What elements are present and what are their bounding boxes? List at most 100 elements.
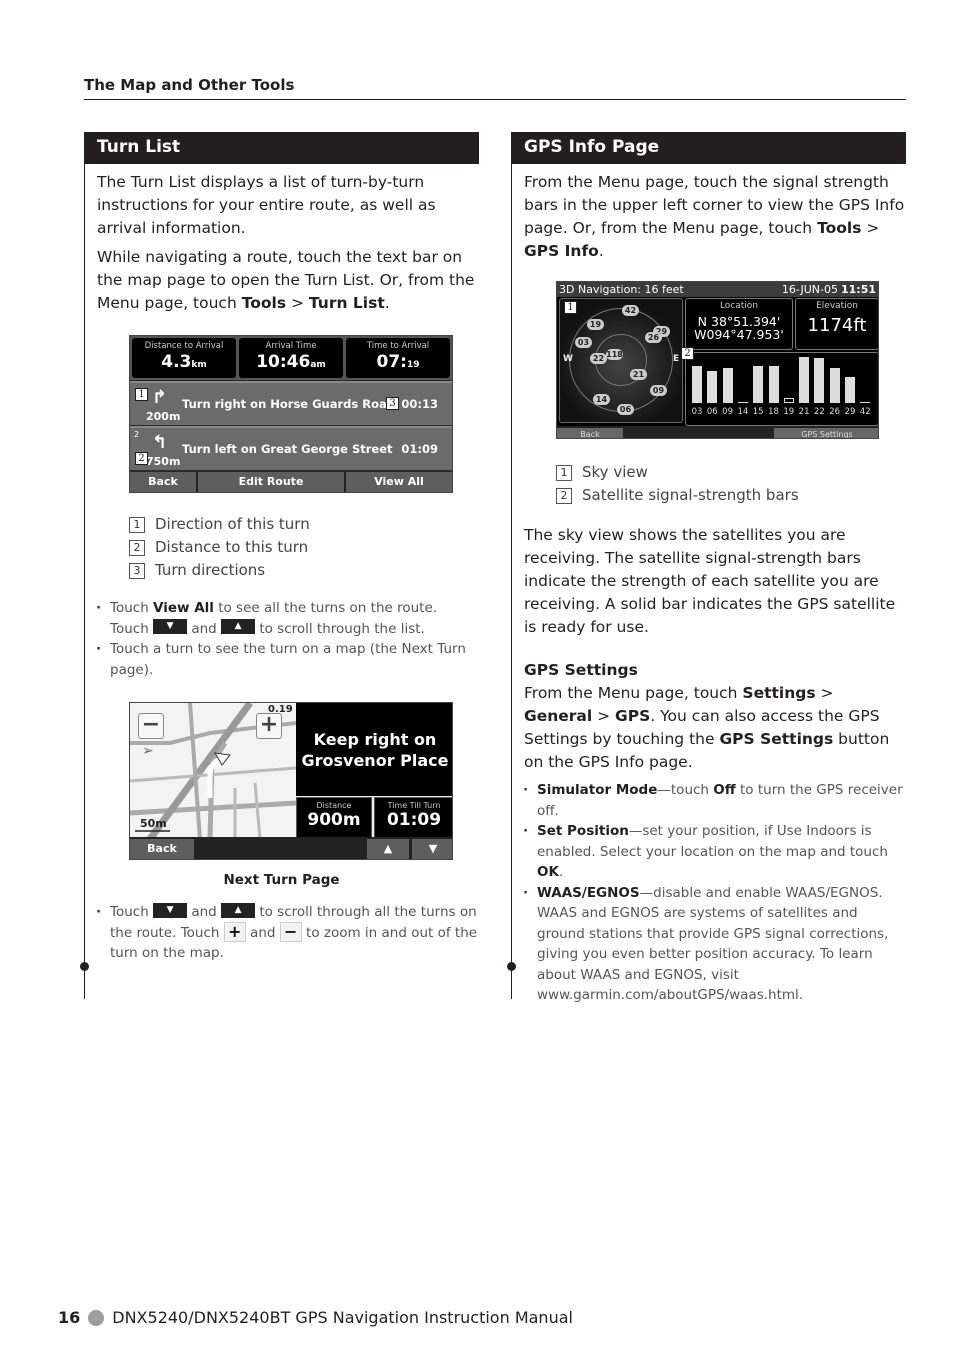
menu-tools: Tools: [817, 219, 862, 237]
scroll-down-button[interactable]: ▼: [412, 839, 452, 859]
turn-row[interactable]: 2 ↰ 750m Turn left on Great George Stree…: [130, 426, 452, 470]
cell-label: Distance to Arrival: [144, 341, 224, 351]
signal-bar-label: 14: [737, 407, 749, 417]
bullet-scroll-zoom: Touch ▼ and ▲ to scroll through all the …: [96, 902, 479, 964]
satellite-marker: 26: [645, 332, 662, 343]
scroll-down-icon: ▼: [153, 902, 188, 918]
field-label: Distance: [316, 801, 352, 810]
turn-row[interactable]: ↱ 200m Turn right on Horse Guards Road 0…: [130, 381, 452, 425]
legend-text: Distance to this turn: [155, 538, 309, 556]
location-label: Location: [719, 301, 759, 311]
zoom-in-button[interactable]: +: [256, 713, 282, 739]
signal-bar: [707, 371, 718, 403]
compass-east: E: [673, 354, 680, 364]
signal-bar-label: 42: [859, 407, 871, 417]
signal-bar: [845, 377, 855, 403]
satellite-marker: 42: [622, 305, 639, 316]
map-scale: 50m: [140, 817, 167, 830]
signal-bar-label: 22: [813, 407, 825, 417]
turn-list-column: Turn List The Turn List displays a list …: [80, 132, 479, 999]
column-end-dot: [507, 962, 516, 971]
satellite-marker: 09: [650, 385, 667, 396]
gps-time: 11:51: [840, 283, 876, 296]
bullet-set-position: Set Position—set your position, if Use I…: [523, 821, 906, 883]
time-to-arrival: Time to Arrival 07:19: [346, 338, 450, 378]
signal-bar: [860, 402, 871, 403]
gps-settings-paragraph: From the Menu page, touch Settings > Gen…: [524, 684, 890, 771]
satellite-marker: 19: [587, 319, 604, 330]
scroll-up-button[interactable]: ▲: [367, 839, 409, 859]
separator: >: [286, 294, 309, 312]
turn-instruction: Turn right on Horse Guards Road: [182, 397, 395, 411]
signal-bar-label: 19: [783, 407, 795, 417]
next-turn-instruction[interactable]: Keep right on Grosvenor Place: [296, 703, 452, 796]
callout-1: 1: [135, 388, 148, 401]
field-label: Time Till Turn: [387, 801, 441, 810]
signal-bar: [692, 366, 702, 403]
satellite-marker: 118: [606, 349, 623, 360]
next-turn-bullets: Touch ▼ and ▲ to scroll through all the …: [84, 902, 479, 964]
legend-item: 1 Direction of this turn: [129, 513, 479, 536]
signal-bar: [737, 402, 748, 403]
back-button[interactable]: Back: [557, 428, 623, 438]
legend-item: 2 Satellite signal-strength bars: [556, 484, 906, 507]
time-till-turn-field: Time Till Turn 01:09: [374, 797, 452, 839]
satellite-marker: 06: [617, 404, 634, 415]
scroll-up-icon: ▲: [221, 902, 256, 918]
page-number: 16: [58, 1308, 81, 1327]
signal-bar-label: 21: [798, 407, 810, 417]
gps-info-screen: 3D Navigation: 16 feet 16-JUN-05 11:51 W…: [556, 281, 879, 439]
bullet-simulator-mode: Simulator Mode—touch Off to turn the GPS…: [523, 780, 906, 821]
cell-label: Arrival Time: [265, 341, 317, 351]
zoom-out-button[interactable]: −: [138, 713, 164, 739]
menu-gps-info: GPS Info: [524, 242, 599, 260]
next-turn-button-bar: Back ▲ ▼: [130, 837, 452, 859]
back-button[interactable]: Back: [130, 472, 196, 492]
sky-view: W E 42 19 29 26 03 22 118 21 09 14 06: [559, 298, 683, 423]
running-head: The Map and Other Tools: [84, 76, 295, 94]
turn-list-figure: Distance to Arrival 4.3km Arrival Time 1…: [84, 335, 479, 493]
footer-dot-icon: [88, 1309, 105, 1326]
turn-right-arrow-icon: ↱: [152, 387, 168, 408]
signal-bar: [722, 368, 733, 403]
signal-bar: [783, 398, 794, 403]
turn-time: 00:13: [401, 397, 438, 411]
signal-bar: [799, 357, 810, 403]
gps-info-figure: 3D Navigation: 16 feet 16-JUN-05 11:51 W…: [511, 281, 906, 439]
signal-bar-label: 06: [706, 407, 718, 417]
signal-bar-label: 18: [768, 407, 779, 417]
north-arrow-icon: ➢: [142, 743, 154, 759]
legend-number: 3: [129, 562, 145, 579]
elevation-label: Elevation: [816, 301, 858, 311]
legend-text: Sky view: [582, 463, 648, 481]
turn-time: 01:09: [401, 442, 438, 456]
cell-value: 07:19: [376, 352, 420, 372]
gps-settings-heading: GPS Settings: [524, 661, 638, 679]
gps-info-legend: 1 Sky view 2 Satellite signal-strength bar…: [511, 461, 906, 507]
back-button[interactable]: Back: [130, 839, 194, 859]
signal-bar: [829, 368, 840, 403]
satellite-marker: 21: [630, 369, 647, 380]
map-view[interactable]: − + 0.19 50m ➢: [130, 703, 297, 842]
open-turn-list-paragraph: While navigating a route, touch the text…: [97, 246, 479, 315]
cell-value: 4.3km: [161, 352, 207, 372]
edit-route-button[interactable]: Edit Route: [198, 472, 344, 492]
bullet-view-all: Touch View All to see all the turns on t…: [96, 598, 479, 639]
manual-title: DNX5240/DNX5240BT GPS Navigation Instruc…: [112, 1308, 573, 1327]
bullet-waas-egnos: WAAS/EGNOS—disable and enable WAAS/EGNOS…: [523, 883, 906, 1006]
section-title-turn-list: Turn List: [84, 132, 479, 164]
scroll-down-icon: ▼: [153, 619, 188, 634]
turn-distance: 200m: [146, 410, 181, 423]
view-all-button[interactable]: View All: [346, 472, 452, 492]
signal-bar: [753, 366, 764, 403]
cell-value: 10:46am: [256, 352, 326, 372]
gps-info-column: GPS Info Page From the Menu page, touch …: [507, 132, 906, 1006]
turn-list-button-bar: Back Edit Route View All: [130, 472, 452, 492]
longitude: W094°47.953': [694, 327, 784, 342]
gps-settings-button[interactable]: GPS Settings: [774, 428, 878, 438]
legend-item: 3 Turn directions: [129, 559, 479, 582]
legend-number: 2: [556, 487, 572, 504]
legend-text: Turn directions: [155, 561, 266, 579]
menu-turn-list: Turn List: [308, 294, 385, 312]
turn-instruction: Turn left on Great George Street: [182, 442, 393, 456]
